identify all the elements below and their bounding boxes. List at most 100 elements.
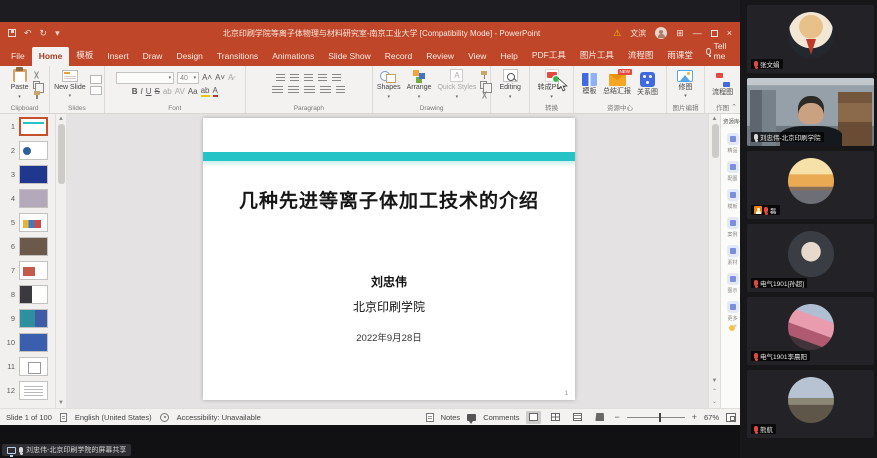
- font-name-select[interactable]: ▾: [116, 72, 175, 84]
- participant-tile[interactable]: 电气1901李晨阳: [747, 297, 874, 365]
- numbering-icon[interactable]: [290, 74, 300, 83]
- qat-dropdown-icon[interactable]: ▾: [55, 28, 60, 38]
- slide-2-thumbnail[interactable]: [19, 140, 48, 160]
- participant-tile[interactable]: 张文娟: [747, 5, 874, 73]
- paste-button[interactable]: Paste ▾: [9, 66, 31, 100]
- sidebar-item[interactable]: 模板: [727, 189, 739, 210]
- slide-sorter-view-button[interactable]: [548, 411, 563, 424]
- slide-4-thumbnail[interactable]: [19, 188, 48, 208]
- thumbnail-row[interactable]: 7: [0, 258, 55, 282]
- thumbnail-row[interactable]: 3: [0, 162, 55, 186]
- format-painter-icon[interactable]: [33, 90, 41, 99]
- grow-font-icon[interactable]: A˄: [202, 74, 212, 82]
- thumbnail-row[interactable]: 12: [0, 378, 55, 402]
- thumbnail-row[interactable]: 2: [0, 138, 55, 162]
- sidebar-item[interactable]: 图示: [727, 273, 739, 294]
- account-avatar[interactable]: [655, 27, 668, 39]
- change-case-icon[interactable]: Aa: [188, 88, 198, 96]
- collapse-ribbon-icon[interactable]: ⌃: [731, 103, 737, 111]
- slide-11-thumbnail[interactable]: [19, 356, 48, 376]
- sidebar-item[interactable]: 配图: [727, 161, 739, 182]
- language-indicator[interactable]: English (United States): [75, 413, 152, 422]
- slide-author[interactable]: 刘忠伟: [203, 273, 575, 290]
- underline-button[interactable]: U: [146, 88, 152, 96]
- shape-outline-icon[interactable]: [480, 80, 492, 93]
- decrease-indent-icon[interactable]: [304, 74, 314, 83]
- text-shadow-icon[interactable]: ab: [163, 88, 172, 96]
- template-button[interactable]: 模板: [580, 69, 599, 100]
- tab-picture-tools[interactable]: 图片工具: [573, 45, 621, 66]
- slide-canvas[interactable]: 几种先进等离子体加工技术的介绍 刘忠伟 北京印刷学院 2022年9月28日 1: [203, 118, 575, 400]
- bullets-icon[interactable]: [276, 74, 286, 83]
- warning-icon[interactable]: ⚠: [613, 28, 621, 38]
- tab-transitions[interactable]: Transitions: [210, 47, 265, 66]
- tab-slide-show[interactable]: Slide Show: [321, 47, 378, 66]
- tab-view[interactable]: View: [461, 47, 493, 66]
- slide-10-thumbnail[interactable]: [19, 332, 48, 352]
- arrange-button[interactable]: Arrange ▾: [405, 69, 434, 100]
- tab-home[interactable]: Home: [31, 47, 70, 66]
- shapes-button[interactable]: Shapes ▾: [375, 69, 403, 100]
- scroll-up-icon[interactable]: ▲: [56, 116, 66, 122]
- participant-tile[interactable]: 刘忠伟-北京印刷学院: [747, 78, 874, 146]
- participant-tile[interactable]: 熊航: [747, 370, 874, 438]
- retouch-button[interactable]: 修图 ▾: [675, 69, 695, 100]
- tab-insert[interactable]: Insert: [100, 47, 135, 66]
- sidebar-item[interactable]: 精品: [727, 133, 739, 154]
- reading-view-button[interactable]: [570, 411, 585, 424]
- font-color-icon[interactable]: A: [212, 87, 219, 97]
- shape-effects-icon[interactable]: [480, 91, 488, 99]
- font-size-select[interactable]: 40 ▾: [177, 72, 200, 84]
- thumbnail-row[interactable]: 9: [0, 306, 55, 330]
- accessibility-status[interactable]: Accessibility: Unavailable: [177, 413, 261, 422]
- next-slide-icon[interactable]: ⌄: [709, 398, 720, 405]
- slide-organization[interactable]: 北京印刷学院: [203, 298, 575, 315]
- slide-6-thumbnail[interactable]: [19, 236, 48, 256]
- tab-review[interactable]: Review: [419, 47, 461, 66]
- thumbnail-row[interactable]: 6: [0, 234, 55, 258]
- tab-template[interactable]: 模板: [69, 45, 100, 66]
- slide-date[interactable]: 2022年9月28日: [203, 330, 575, 344]
- justify-icon[interactable]: [320, 86, 332, 95]
- sidebar-item[interactable]: 素材: [727, 245, 739, 266]
- save-icon[interactable]: [8, 29, 16, 37]
- zoom-out-icon[interactable]: −: [614, 412, 619, 422]
- tab-draw[interactable]: Draw: [136, 47, 170, 66]
- tab-rain-classroom[interactable]: 雨课堂: [660, 45, 700, 66]
- columns-icon[interactable]: [336, 86, 346, 95]
- slide-title[interactable]: 几种先进等离子体加工技术的介绍: [203, 186, 575, 213]
- slide-12-thumbnail[interactable]: [19, 380, 48, 400]
- participant-tile[interactable]: 磊: [747, 151, 874, 219]
- tab-file[interactable]: File: [4, 47, 32, 66]
- quick-styles-button[interactable]: A Quick Styles ▾: [435, 69, 478, 100]
- normal-view-button[interactable]: [526, 410, 542, 424]
- thumbnail-row[interactable]: 10: [0, 330, 55, 354]
- comments-toggle[interactable]: Comments: [483, 413, 519, 422]
- tab-pdf-tools[interactable]: PDF工具: [525, 45, 573, 66]
- thumbnail-scrollbar[interactable]: ▲ ▼: [55, 114, 66, 408]
- zoom-level[interactable]: 67%: [704, 413, 719, 422]
- sidebar-item[interactable]: 案例: [727, 217, 739, 238]
- undo-icon[interactable]: ↶: [24, 28, 32, 38]
- slide-layout-icon[interactable]: [89, 74, 102, 84]
- tab-animations[interactable]: Animations: [265, 47, 321, 66]
- notes-toggle[interactable]: Notes: [441, 413, 461, 422]
- summary-report-button[interactable]: NEW 总结汇报: [601, 68, 633, 100]
- thumbnail-row[interactable]: 11: [0, 354, 55, 378]
- scroll-up-icon[interactable]: ▲: [709, 116, 720, 122]
- participant-tile[interactable]: 电气1901[孙超]: [747, 224, 874, 292]
- tab-record[interactable]: Record: [378, 47, 419, 66]
- thumbnail-row[interactable]: 8: [0, 282, 55, 306]
- clear-formatting-icon[interactable]: A̷: [228, 74, 233, 82]
- strikethrough-button[interactable]: S: [154, 88, 159, 96]
- slide-1-thumbnail[interactable]: [19, 116, 48, 136]
- restore-button[interactable]: [710, 29, 718, 37]
- flowchart-button[interactable]: 流程图: [710, 69, 735, 100]
- zoom-slider-thumb[interactable]: [658, 412, 662, 422]
- align-right-icon[interactable]: [304, 86, 316, 95]
- bold-button[interactable]: B: [132, 88, 138, 96]
- slide-8-thumbnail[interactable]: [19, 284, 48, 304]
- previous-slide-icon[interactable]: ⌃: [709, 388, 720, 395]
- editing-button[interactable]: Editing ▾: [497, 69, 522, 100]
- sidebar-item[interactable]: 更多: [727, 301, 739, 322]
